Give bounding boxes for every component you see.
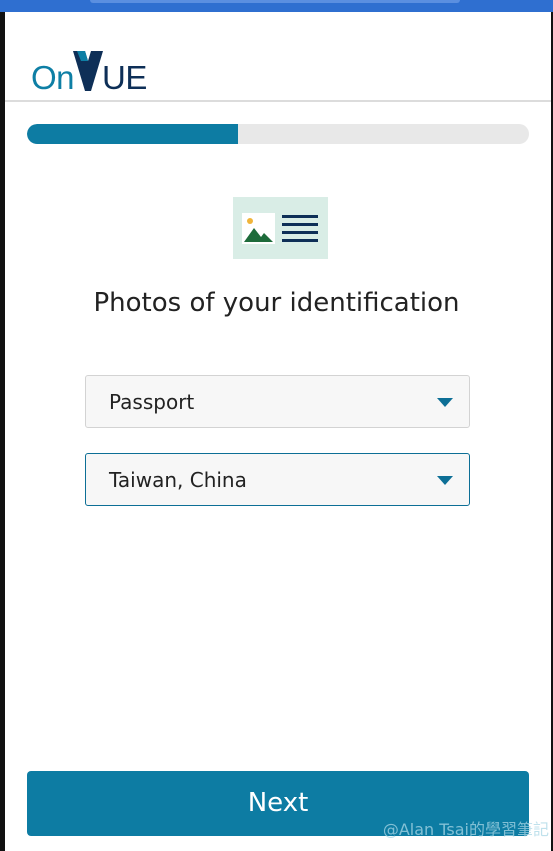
progress-bar xyxy=(27,124,529,144)
caret-down-icon xyxy=(437,476,453,485)
onvue-logo: On UE xyxy=(31,42,147,94)
page-title: Photos of your identification xyxy=(93,288,460,318)
document-type-value: Passport xyxy=(109,390,195,414)
caret-down-icon xyxy=(437,398,453,407)
country-select[interactable]: Taiwan, China xyxy=(85,453,470,506)
logo-v-mark xyxy=(73,51,104,91)
browser-top-bar-accent xyxy=(90,0,460,3)
document-type-select[interactable]: Passport xyxy=(85,375,470,428)
browser-top-bar xyxy=(0,0,553,12)
country-value: Taiwan, China xyxy=(109,468,247,492)
progress-bar-fill xyxy=(27,124,238,144)
watermark: @Alan Tsai的學習筆記 xyxy=(382,820,549,839)
window-frame-left xyxy=(0,12,5,851)
id-card-icon xyxy=(233,197,328,259)
app-header: On UE xyxy=(5,12,551,100)
header-divider xyxy=(5,100,551,102)
